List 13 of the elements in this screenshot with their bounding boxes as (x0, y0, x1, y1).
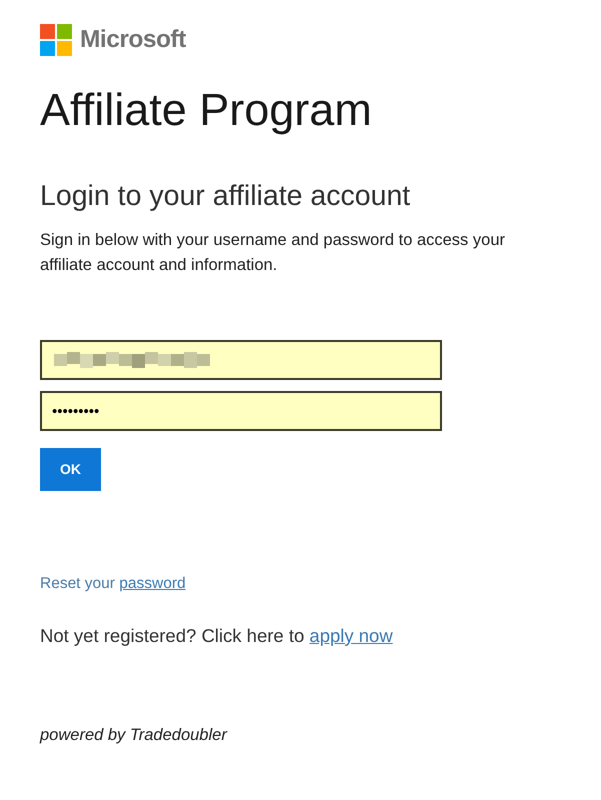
username-field[interactable] (40, 340, 442, 380)
reset-password-text: Reset your password (40, 574, 187, 594)
apply-now-link[interactable]: apply now (309, 625, 393, 646)
page-title: Affiliate Program (40, 86, 373, 134)
password-link[interactable]: password (119, 575, 186, 592)
ok-button[interactable]: OK (40, 448, 101, 491)
intro-text: Sign in below with your username and password to access your affiliate account and information. (40, 230, 506, 276)
password-field[interactable]: ••••••••• (40, 391, 442, 431)
register-prompt-text: Not yet registered? Click here to apply now (40, 625, 394, 647)
four-squares-logo-icon (40, 24, 72, 56)
powered-by-text: powered by Tradedoubler (40, 725, 228, 746)
section-heading: Login to your affiliate account (40, 180, 412, 212)
logo-wordmark: Microsoft (80, 28, 186, 52)
